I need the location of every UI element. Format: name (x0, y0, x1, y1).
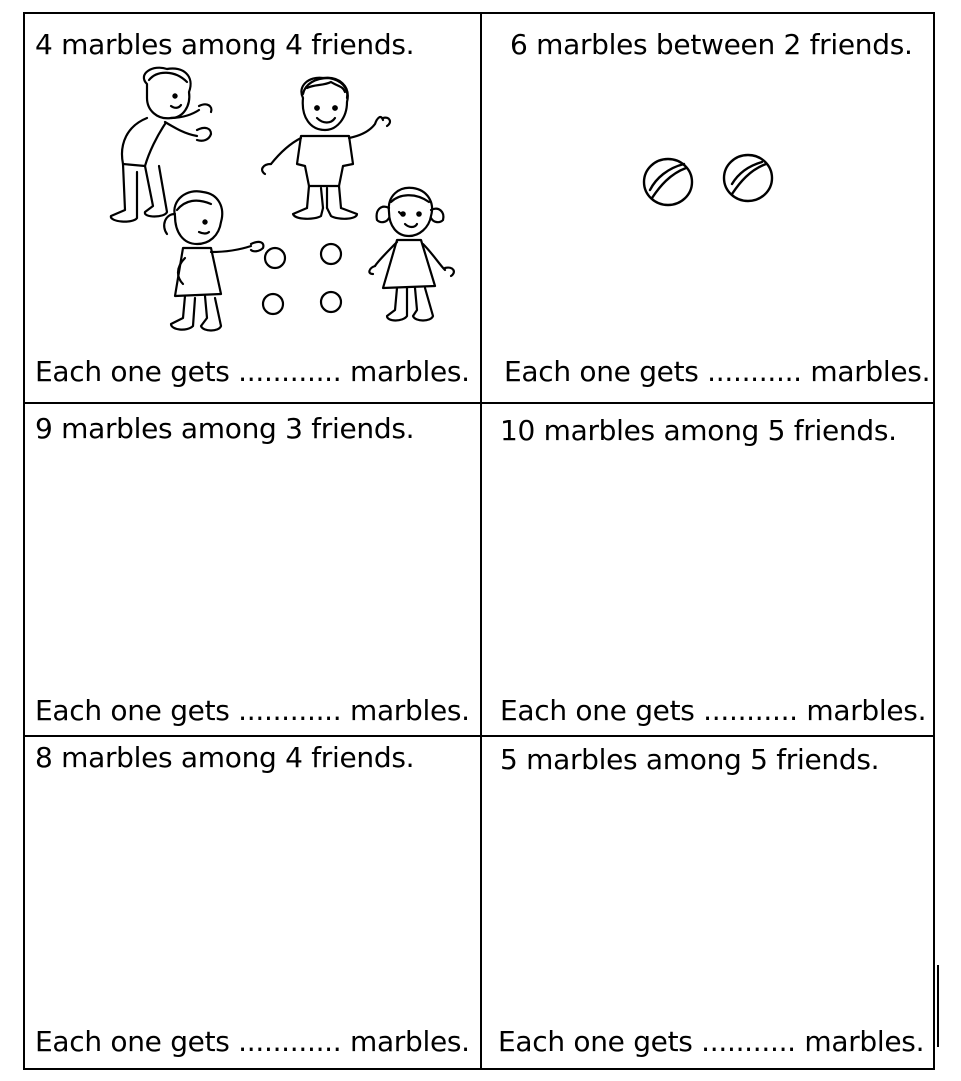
problem-cell-1: 4 marbles among 4 friends. Each one gets… (25, 14, 480, 402)
problem-cell-2: 6 marbles between 2 friends. Each one ge… (482, 14, 937, 402)
problem-cell-6: 5 marbles among 5 friends. Each one gets… (482, 737, 937, 1070)
answer-prompt: Each one gets ........... marbles. (504, 355, 931, 388)
margin-mark (937, 965, 939, 1047)
boy-leaning-icon (109, 66, 213, 223)
girl-pointing-icon (163, 190, 265, 332)
problem-cell-3: 9 marbles among 3 friends. Each one gets… (25, 404, 480, 735)
marble-icon (263, 246, 287, 270)
marble-icon (319, 290, 343, 314)
marble-icon (319, 242, 343, 266)
answer-prompt: Each one gets ............ marbles. (35, 694, 470, 727)
answer-prompt: Each one gets ............ marbles. (35, 355, 470, 388)
marbles-illustration (642, 153, 774, 207)
problem-question: 5 marbles among 5 friends. (500, 743, 880, 776)
problem-question: 10 marbles among 5 friends. (500, 414, 897, 447)
problem-question: 8 marbles among 4 friends. (35, 741, 415, 774)
marble-icon (261, 292, 285, 316)
marble-icon (642, 157, 694, 207)
children-illustration-icon (109, 66, 455, 332)
marble-icon (722, 153, 774, 203)
worksheet-grid: 4 marbles among 4 friends. Each one gets… (23, 12, 935, 1070)
problem-question: 9 marbles among 3 friends. (35, 412, 415, 445)
answer-prompt: Each one gets ........... marbles. (500, 694, 927, 727)
answer-prompt: Each one gets ........... marbles. (498, 1025, 925, 1058)
problem-cell-5: 8 marbles among 4 friends. Each one gets… (25, 737, 480, 1070)
boy-standing-icon (261, 76, 392, 220)
problem-cell-4: 10 marbles among 5 friends. Each one get… (482, 404, 937, 735)
girl-standing-icon (368, 186, 455, 322)
answer-prompt: Each one gets ............ marbles. (35, 1025, 470, 1058)
